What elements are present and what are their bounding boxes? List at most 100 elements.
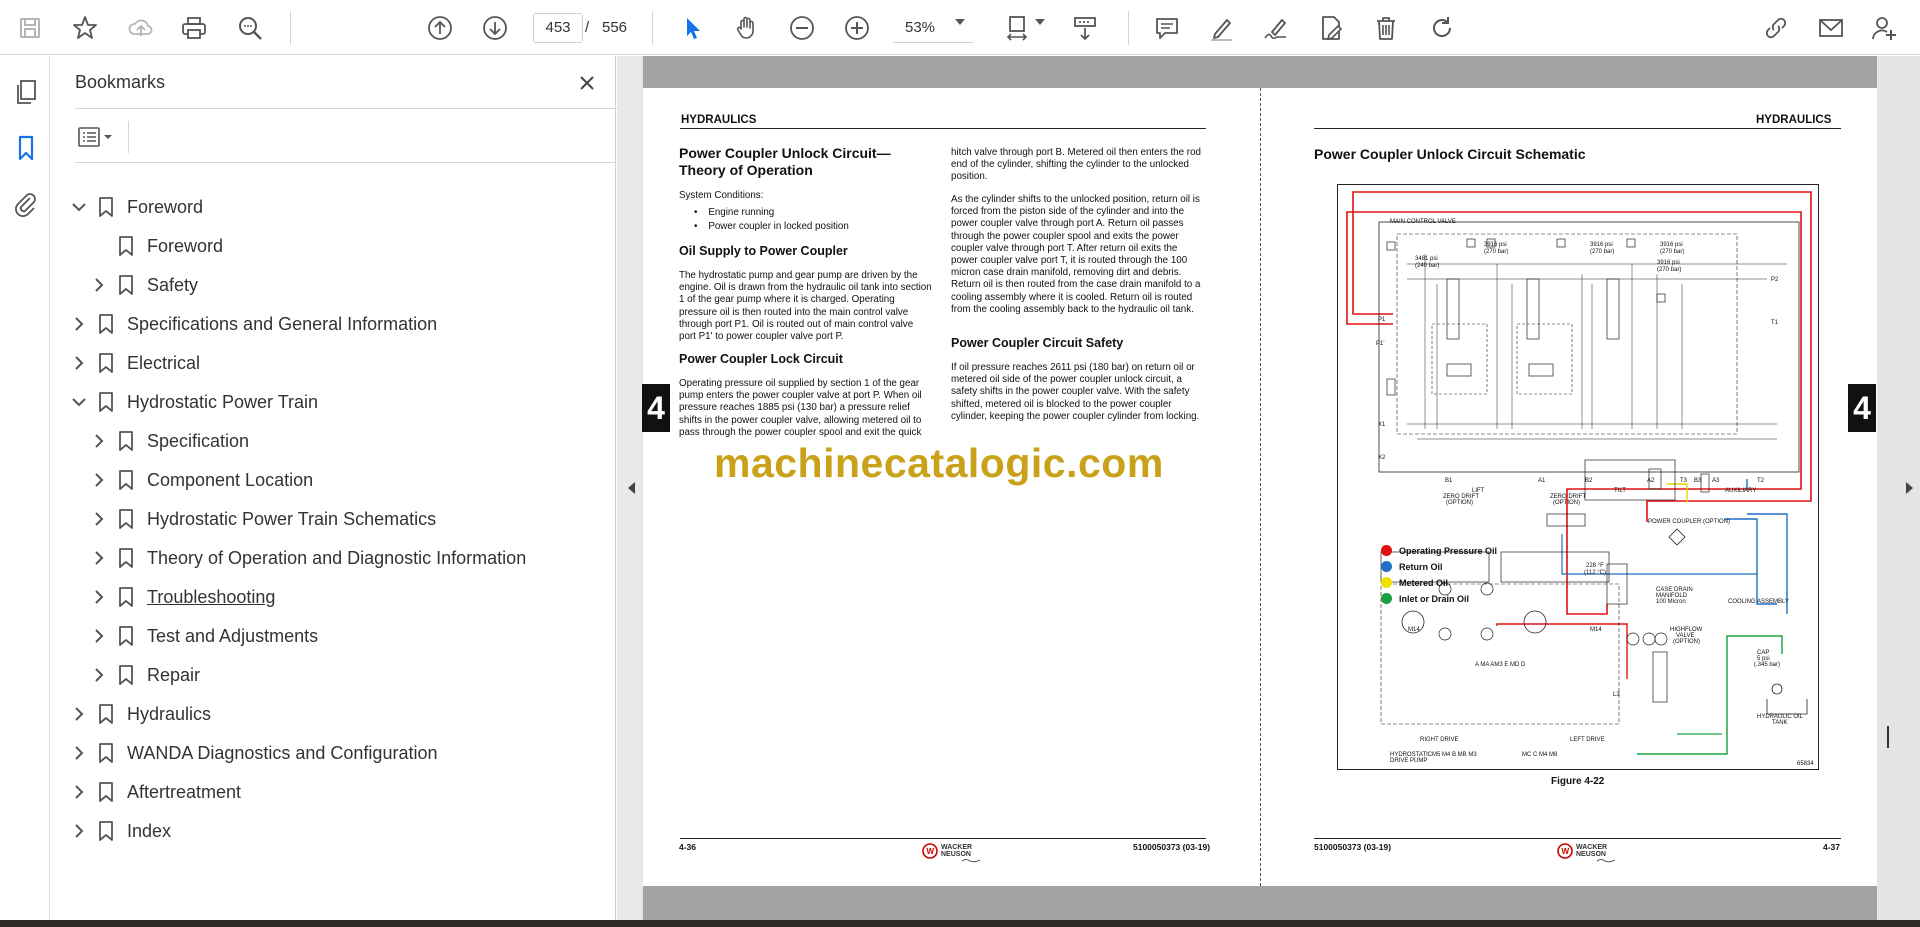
subsection-title: Power Coupler Circuit Safety [951,336,1124,350]
panel-divider [75,108,617,109]
email-icon[interactable] [1813,10,1849,46]
rotate-icon[interactable] [1424,10,1460,46]
chevron-down-icon[interactable] [69,197,89,217]
bookmark-item[interactable]: Repair [89,657,200,693]
bookmark-item[interactable]: Index [69,813,171,849]
collapse-right-arrow-icon[interactable] [1906,482,1913,494]
port-row-label: M5 M4 B MB M3 [1432,752,1477,758]
previous-page-icon[interactable] [422,10,458,46]
bookmark-item[interactable]: Foreword [69,189,203,225]
bookmark-label: Troubleshooting [147,586,276,607]
bookmark-item[interactable]: Specifications and General Information [69,306,437,342]
zoom-search-icon[interactable] [232,10,268,46]
share-link-icon[interactable] [1758,10,1794,46]
bookmark-icon [99,782,113,802]
chevron-right-icon[interactable] [89,470,109,490]
bookmark-item[interactable]: Specification [89,423,249,459]
tank-label: TANK [1772,720,1788,726]
chevron-right-icon[interactable] [69,821,89,841]
chevron-right-icon[interactable] [69,314,89,334]
zoom-level-select[interactable]: 53% [893,13,973,43]
highlight-pen-icon[interactable] [1203,10,1239,46]
bookmark-item[interactable]: Component Location [89,462,313,498]
fit-page-icon[interactable] [1000,10,1036,46]
bookmark-label: Hydrostatic Power Train Schematics [147,508,437,529]
fit-dropdown-caret-icon[interactable] [1035,19,1045,25]
zoom-out-icon[interactable] [784,10,820,46]
delete-icon[interactable] [1368,10,1404,46]
print-icon[interactable] [176,10,212,46]
chevron-right-icon[interactable] [69,704,89,724]
attachments-icon[interactable] [8,186,44,222]
navigation-rail [0,56,50,927]
bookmark-icon [119,548,133,568]
collapse-left-arrow-icon[interactable] [628,482,635,494]
bullet-item: • Engine running [694,207,775,218]
svg-text:NEUSON: NEUSON [1576,851,1606,858]
page-number: 4-37 [1823,842,1841,852]
sign-icon[interactable] [1258,10,1294,46]
chevron-right-icon[interactable] [89,275,109,295]
chevron-right-icon[interactable] [89,665,109,685]
bookmark-icon [99,392,113,412]
zoom-dropdown-caret-icon[interactable] [955,19,965,25]
bookmark-item[interactable]: Electrical [69,345,200,381]
scrollbar-thumb[interactable] [1887,726,1889,748]
port-label: P1' [1376,341,1385,347]
figure-caption: Figure 4-22 [1551,776,1605,787]
comment-icon[interactable] [1149,10,1185,46]
bookmarks-icon[interactable] [8,130,44,166]
zoom-in-icon[interactable] [839,10,875,46]
section-title: Power Coupler Unlock Circuit— Theory of … [679,145,891,178]
bookmark-item[interactable]: Hydrostatic Power Train [69,384,318,420]
legend-entry: Return Oil [1381,561,1443,572]
bookmark-item[interactable]: WANDA Diagnostics and Configuration [69,735,437,771]
chevron-right-icon[interactable] [69,782,89,802]
port-label: T3 [1680,478,1688,484]
bookmark-options-button[interactable] [76,121,124,153]
bookmark-item[interactable]: Safety [89,267,198,303]
chevron-right-icon[interactable] [69,353,89,373]
page-number-input[interactable]: 453 [533,13,583,43]
bookmark-icon [119,665,133,685]
bookmark-item[interactable]: Test and Adjustments [89,618,318,654]
chevron-right-icon[interactable] [89,626,109,646]
pump-label: M14 [1408,627,1420,633]
select-cursor-icon[interactable] [674,10,710,46]
hand-tool-icon[interactable] [729,10,765,46]
svg-text:WACKER: WACKER [941,844,972,851]
edit-pdf-icon[interactable] [1313,10,1349,46]
bullet-text: Engine running [708,207,775,218]
port-label: B3 [1694,478,1702,484]
scroll-mode-icon[interactable] [1067,10,1103,46]
bookmark-item[interactable]: Troubleshooting [89,579,275,615]
page-thumbnails-icon[interactable] [8,74,44,110]
bookmark-icon [99,704,113,724]
save-icon[interactable] [12,10,48,46]
total-pages: 556 [602,19,628,36]
chevron-right-icon[interactable] [89,587,109,607]
pressure-label: (270 bar) [1657,267,1682,273]
chevron-down-icon[interactable] [69,392,89,412]
paragraph: Operating pressure oil supplied by secti… [679,378,922,438]
bookmark-item[interactable]: Hydraulics [69,696,211,732]
chevron-right-icon[interactable] [69,743,89,763]
pressure-label: 3916 psi [1660,242,1683,248]
bookmark-item[interactable]: Hydrostatic Power Train Schematics [89,501,436,537]
chevron-right-icon[interactable] [89,509,109,529]
chevron-right-icon[interactable] [89,548,109,568]
wacker-neuson-logo: W WACKER NEUSON [922,843,981,863]
cloud-upload-icon[interactable] [123,10,159,46]
bookmark-label: WANDA Diagnostics and Configuration [127,742,438,763]
list-options-icon [78,127,112,147]
bookmark-item[interactable]: Foreword [89,228,223,264]
bookmark-item[interactable]: Aftertreatment [69,774,241,810]
star-icon[interactable] [67,10,103,46]
chevron-right-icon[interactable] [89,431,109,451]
next-page-icon[interactable] [477,10,513,46]
add-user-icon[interactable] [1866,10,1902,46]
close-panel-icon[interactable] [572,68,602,98]
bookmark-label: Foreword [127,196,204,217]
bookmark-item[interactable]: Theory of Operation and Diagnostic Infor… [89,540,526,576]
bookmark-label: Test and Adjustments [147,625,319,646]
